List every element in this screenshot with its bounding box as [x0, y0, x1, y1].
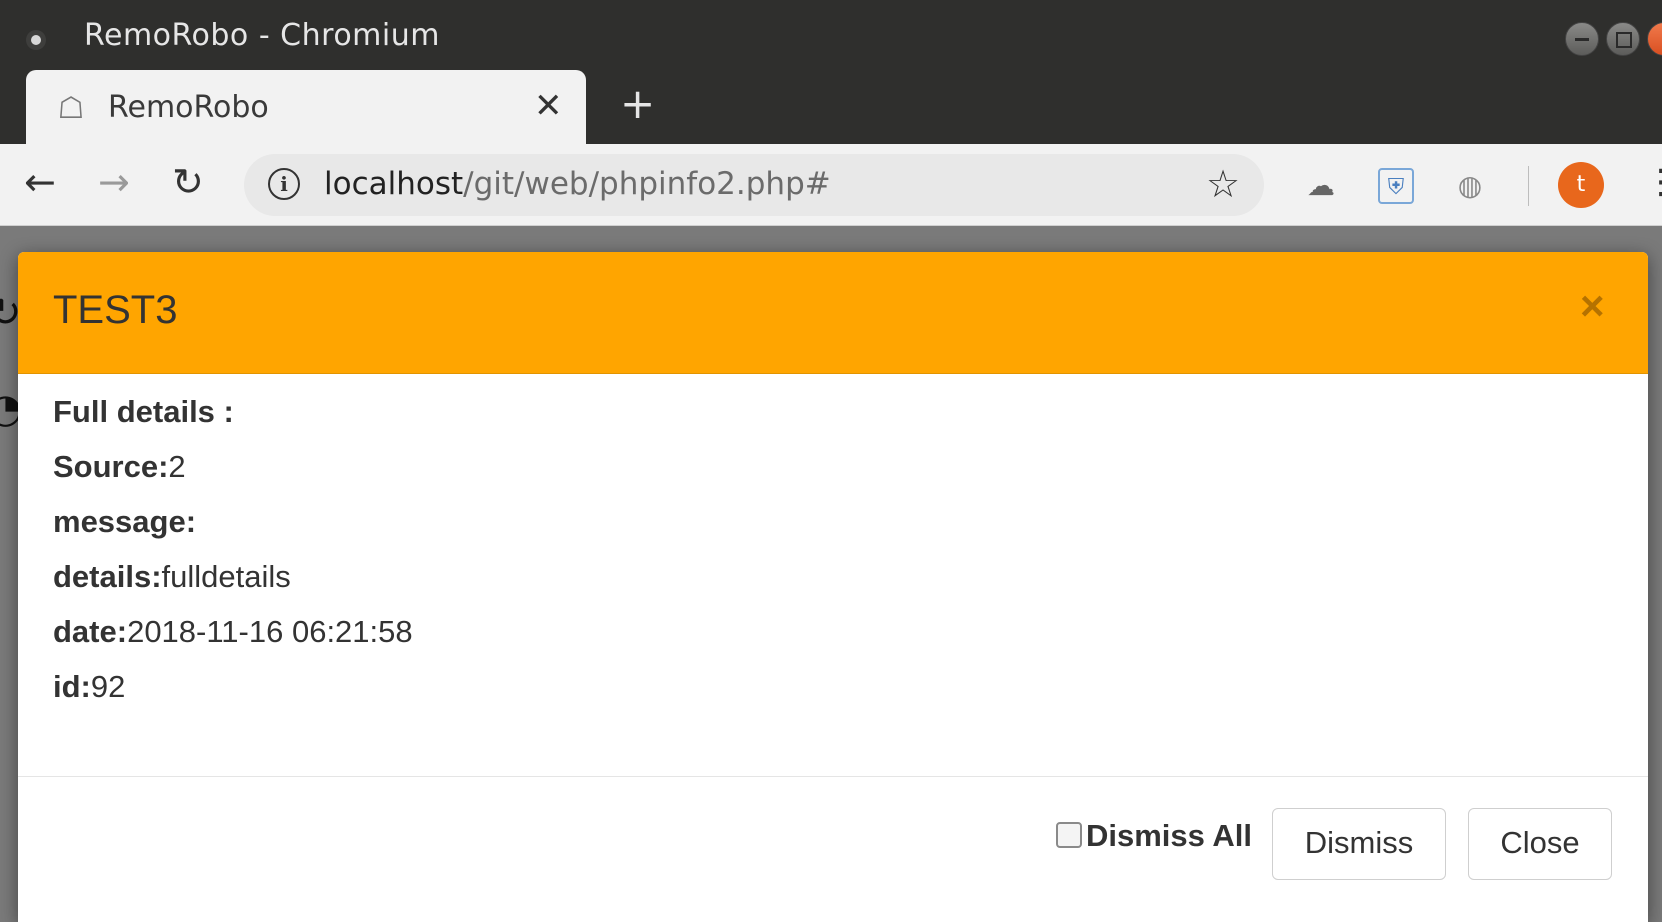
browser-toolbar: ← → ↻ i localhost/git/web/phpinfo2.php# … — [0, 144, 1662, 226]
app-menu-icon[interactable] — [26, 30, 46, 50]
detail-value: 92 — [90, 669, 126, 704]
url-path: /git/web/phpinfo2.php# — [463, 166, 831, 202]
detail-value: fulldetails — [161, 559, 291, 594]
tab-remorobo[interactable]: ☖ RemoRobo ✕ — [26, 70, 586, 144]
profile-avatar[interactable]: t — [1558, 162, 1604, 208]
back-arrow-icon[interactable]: ← — [24, 160, 56, 204]
address-bar[interactable]: i localhost/git/web/phpinfo2.php# ☆ — [244, 154, 1264, 216]
notification-modal: TEST3 × Full details : Source:2 message:… — [18, 252, 1648, 922]
robot-favicon-icon: ☖ — [57, 91, 85, 126]
detail-row-id: id:92 — [53, 667, 1613, 722]
detail-label: date: — [53, 614, 128, 649]
tab-title: RemoRobo — [108, 90, 269, 125]
modal-body: Full details : Source:2 message: details… — [53, 392, 1613, 722]
new-tab-button[interactable]: + — [620, 83, 655, 125]
detail-label: details: — [53, 559, 162, 594]
detail-label: id: — [53, 669, 91, 704]
cloud-link-icon[interactable]: ☁ — [1303, 168, 1339, 204]
close-button[interactable]: Close — [1468, 808, 1612, 880]
modal-close-icon[interactable]: × — [1580, 282, 1605, 330]
page-viewport: ↻ ◔ TEST3 × Full details : Source:2 mess… — [0, 226, 1662, 922]
window-title: RemoRobo - Chromium — [84, 18, 440, 53]
detail-value: 2018-11-16 06:21:58 — [127, 614, 413, 649]
toolbar-divider — [1528, 166, 1529, 206]
minimize-button[interactable] — [1565, 22, 1599, 56]
modal-footer-divider — [18, 776, 1648, 777]
dismiss-all-checkbox[interactable] — [1056, 822, 1082, 848]
reload-icon[interactable]: ↻ — [172, 160, 204, 204]
url-host: localhost — [324, 166, 464, 202]
globe-icon[interactable]: ◍ — [1452, 168, 1488, 204]
modal-header: TEST3 × — [18, 252, 1648, 374]
dismiss-button[interactable]: Dismiss — [1272, 808, 1446, 880]
dismiss-all-label[interactable]: Dismiss All — [1086, 818, 1252, 854]
detail-value: 2 — [168, 449, 186, 484]
detail-row-full-details: Full details : — [53, 392, 1613, 447]
site-info-icon[interactable]: i — [268, 168, 300, 200]
forward-arrow-icon[interactable]: → — [98, 160, 130, 204]
url-text[interactable]: localhost/git/web/phpinfo2.php# — [324, 166, 831, 202]
window-titlebar: RemoRobo - Chromium — [0, 0, 1662, 68]
window-close-button[interactable] — [1647, 22, 1662, 56]
bookmark-star-icon[interactable]: ☆ — [1206, 162, 1240, 206]
tab-strip: ☖ RemoRobo ✕ + — [0, 68, 1662, 144]
shield-extension-icon[interactable]: ⛨ — [1378, 168, 1414, 204]
modal-title: TEST3 — [53, 288, 178, 332]
detail-label: message: — [53, 504, 197, 539]
detail-label: Source: — [53, 449, 169, 484]
detail-row-date: date:2018-11-16 06:21:58 — [53, 612, 1613, 667]
browser-menu-icon[interactable]: ⋮ — [1644, 160, 1662, 204]
tab-close-icon[interactable]: ✕ — [534, 86, 563, 126]
maximize-button[interactable] — [1606, 22, 1640, 56]
detail-row-source: Source:2 — [53, 447, 1613, 502]
detail-row-details: details:fulldetails — [53, 557, 1613, 612]
detail-row-message: message: — [53, 502, 1613, 557]
detail-label: Full details : — [53, 394, 234, 429]
